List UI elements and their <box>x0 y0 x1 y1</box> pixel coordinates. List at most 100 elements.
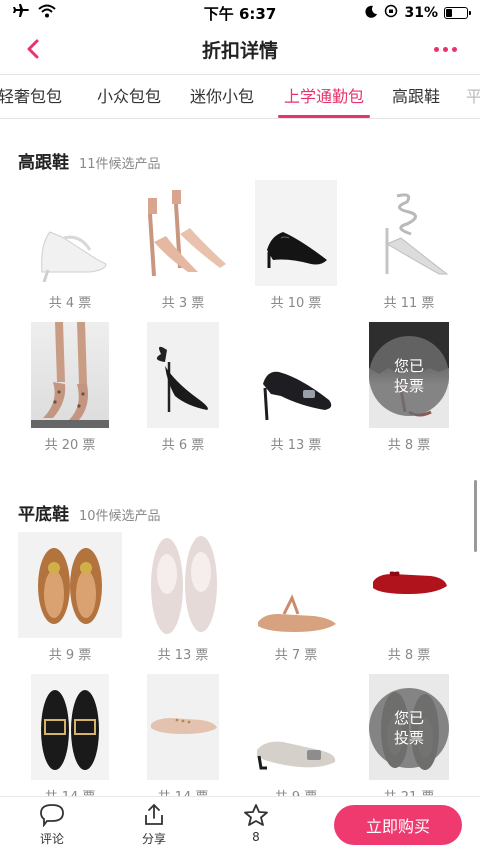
airplane-icon <box>12 3 30 23</box>
product-card[interactable]: 您已 投票 共 21 票 <box>359 674 459 796</box>
voted-badge-line2: 投票 <box>393 377 424 395</box>
product-card[interactable]: 共 13 票 <box>246 322 346 453</box>
voted-badge-line2: 投票 <box>393 729 424 747</box>
product-image <box>31 674 109 780</box>
grey-buckle-flat-icon <box>257 741 336 770</box>
status-bar: 下午 6:37 31% <box>0 0 480 26</box>
product-card[interactable]: 共 13 票 <box>133 532 233 663</box>
section-title: 高跟鞋 <box>18 153 69 173</box>
share-label: 分享 <box>141 832 166 846</box>
product-card[interactable]: 共 14 票 <box>20 674 120 796</box>
product-card[interactable]: 共 4 票 <box>20 180 120 311</box>
product-card[interactable]: 共 9 票 <box>18 532 122 663</box>
vote-count: 共 4 票 <box>48 296 92 311</box>
black-bow-heel-icon <box>156 346 208 412</box>
vote-count: 共 6 票 <box>161 438 205 453</box>
product-card[interactable]: 共 14 票 <box>133 674 233 796</box>
product-card[interactable]: 共 9 票 <box>246 674 346 796</box>
vote-count: 共 10 票 <box>270 296 322 311</box>
nude-pointed-flat-icon <box>258 594 336 632</box>
studded-pointed-flat-icon <box>151 718 217 734</box>
product-image <box>18 532 122 638</box>
star-icon <box>244 804 268 826</box>
back-button[interactable] <box>20 36 46 62</box>
tab-mini-bags[interactable]: 迷你小包 <box>190 75 254 118</box>
orientation-lock-icon <box>384 4 398 22</box>
vote-count: 共 11 票 <box>383 296 435 311</box>
product-card[interactable]: 共 11 票 <box>359 180 459 311</box>
vote-count: 共 9 票 <box>246 786 346 796</box>
more-button[interactable] <box>430 36 460 62</box>
vote-count: 共 21 票 <box>359 786 459 796</box>
vote-count: 共 14 票 <box>133 786 233 796</box>
nav-bar: 折扣详情 <box>0 26 480 72</box>
product-card[interactable]: 共 3 票 <box>133 180 233 311</box>
status-right: 31% <box>365 4 471 22</box>
moon-icon <box>365 5 378 22</box>
vote-count: 共 8 票 <box>387 438 431 453</box>
share-icon <box>145 803 163 825</box>
page-title: 折扣详情 <box>201 39 278 62</box>
voted-badge: 您已 投票 <box>369 688 449 768</box>
vote-count: 共 9 票 <box>48 648 92 663</box>
chevron-left-icon <box>27 39 39 59</box>
product-card[interactable]: 共 6 票 <box>133 322 233 453</box>
voted-badge-line1: 您已 <box>393 709 424 727</box>
product-card[interactable]: 共 8 票 <box>359 532 459 663</box>
favorite-button[interactable]: 8 <box>226 803 286 851</box>
silver-coil-sandal-icon <box>385 193 449 275</box>
buy-now-button[interactable]: 立即购买 <box>334 805 462 845</box>
pink-scalloped-flat-icon <box>151 536 217 634</box>
vote-count: 共 3 票 <box>161 296 205 311</box>
section-subtitle: 11件候选产品 <box>79 157 161 172</box>
product-image <box>147 674 219 780</box>
comment-icon <box>40 804 64 827</box>
candidate-list[interactable]: 高跟鞋 11件候选产品 共 4 票 共 3 票 共 10 票 共 11 票 共 … <box>0 120 480 796</box>
voted-badge: 您已 投票 <box>369 336 449 416</box>
vote-count: 共 8 票 <box>387 648 431 663</box>
scrollbar[interactable] <box>474 480 477 552</box>
section-header-flats: 平底鞋 10件候选产品 <box>18 500 161 525</box>
product-image <box>255 180 337 286</box>
vote-count: 共 14 票 <box>20 786 120 796</box>
comment-button[interactable]: 评论 <box>22 803 82 851</box>
voted-badge-line1: 您已 <box>393 357 424 375</box>
studded-heel-on-model-icon <box>31 322 109 428</box>
product-card[interactable]: 您已 投票 共 8 票 <box>359 322 459 453</box>
share-button[interactable]: 分享 <box>124 803 184 851</box>
black-buckle-loafer-icon <box>41 690 99 770</box>
black-patent-pump-icon <box>267 232 327 268</box>
wifi-icon <box>38 4 56 22</box>
vote-count: 共 20 票 <box>44 438 96 453</box>
nude-ankle-strap-sandal-icon <box>148 190 226 277</box>
tab-niche-bags[interactable]: 小众包包 <box>97 75 161 118</box>
product-image <box>147 322 219 428</box>
product-image <box>31 322 109 428</box>
vote-count: 共 13 票 <box>270 438 322 453</box>
more-dot-icon <box>442 46 448 52</box>
tab-commute-bags[interactable]: 上学通勤包 <box>277 75 371 118</box>
favorite-count: 8 <box>252 830 260 844</box>
product-card[interactable]: 共 10 票 <box>246 180 346 311</box>
tab-flats[interactable]: 平 <box>466 75 480 118</box>
vote-count: 共 7 票 <box>274 648 318 663</box>
comment-label: 评论 <box>39 832 64 846</box>
section-header-heels: 高跟鞋 11件候选产品 <box>18 148 161 173</box>
tan-logo-ballet-flat-icon <box>38 548 102 624</box>
black-satin-pump-icon <box>263 371 332 421</box>
bottom-action-bar: 评论 分享 8 立即购买 <box>0 796 480 853</box>
clear-mule-heel-icon <box>41 231 107 282</box>
vote-count: 共 13 票 <box>157 648 209 663</box>
tab-heels[interactable]: 高跟鞋 <box>392 75 440 118</box>
battery-icon <box>444 7 471 19</box>
status-left <box>12 3 56 23</box>
section-subtitle: 10件候选产品 <box>79 509 161 524</box>
status-time: 下午 6:37 <box>203 4 277 23</box>
battery-percent: 31% <box>404 5 438 21</box>
product-card[interactable]: 共 20 票 <box>20 322 120 453</box>
section-title: 平底鞋 <box>18 505 69 525</box>
category-tabs: 轻奢包包 小众包包 迷你小包 上学通勤包 高跟鞋 平 <box>0 74 480 119</box>
red-bow-flat-icon <box>373 571 447 594</box>
tab-luxury-bags[interactable]: 轻奢包包 <box>0 75 62 118</box>
product-card[interactable]: 共 7 票 <box>246 532 346 663</box>
